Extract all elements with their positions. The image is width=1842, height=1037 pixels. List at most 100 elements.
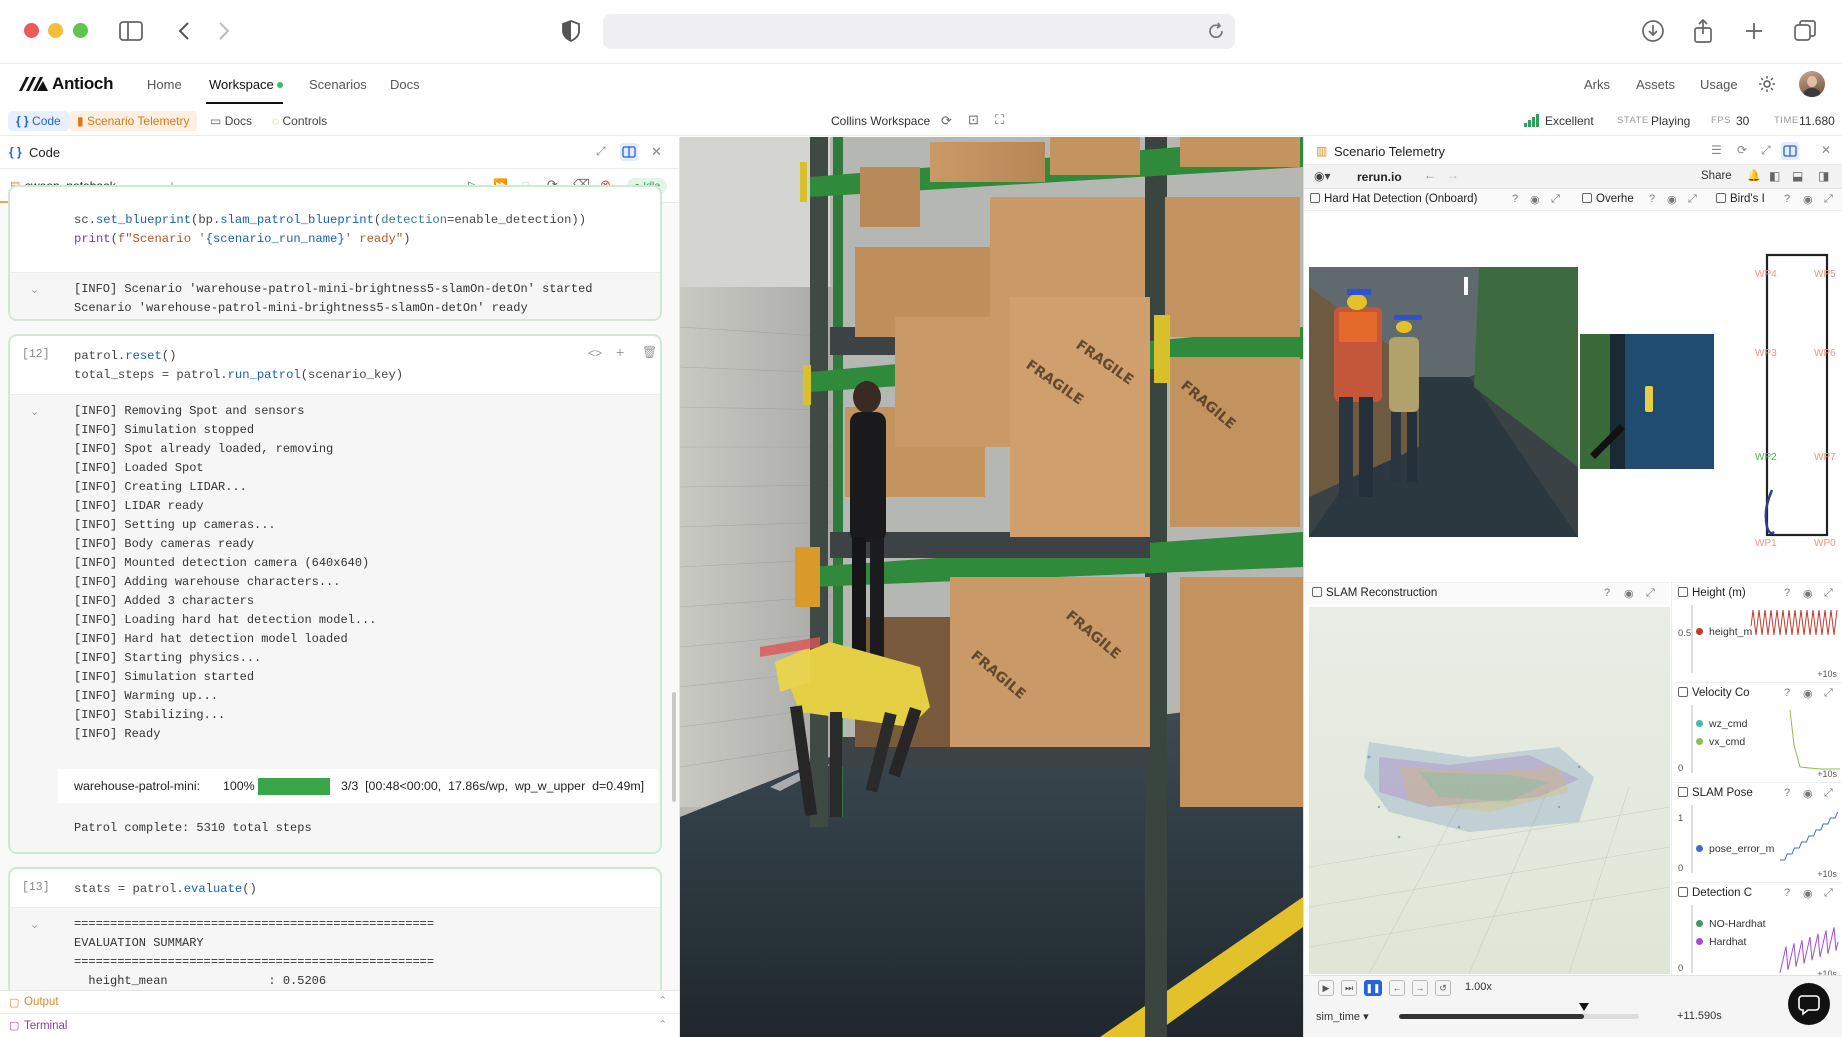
help-icon[interactable]: ? (1784, 193, 1790, 205)
share-button[interactable]: Share (1701, 170, 1732, 182)
maximize-icon[interactable]: ⤢ (1688, 193, 1697, 206)
legend-entry[interactable]: wz_cmd (1696, 718, 1748, 730)
right-panel-icon[interactable]: ◨ (1818, 169, 1829, 183)
notebook-cell-12[interactable]: [12] patrol.reset() total_steps = patrol… (8, 334, 662, 854)
zoom-window-button[interactable] (73, 23, 88, 38)
minimize-window-button[interactable] (48, 23, 63, 38)
expand-icon[interactable]: ⤢ (596, 144, 606, 159)
collapse-output-icon[interactable]: ⌄ (30, 918, 39, 931)
eye-icon[interactable]: ◉ (1803, 587, 1813, 600)
time-series-plot[interactable]: Velocity Co? ◉ ⤢ 0 wz_cmd vx_cmd +10s (1671, 682, 1842, 782)
close-icon[interactable]: ✕ (1821, 143, 1831, 157)
notebook-cell[interactable]: sc.set_blueprint(bp.slam_patrol_blueprin… (8, 185, 662, 321)
sidebar-toggle-icon[interactable] (118, 18, 144, 44)
time-series-plot[interactable]: Detection C? ◉ ⤢ 0 NO-Hardhat Hardhat +10s (1671, 882, 1842, 982)
chevron-up-icon[interactable]: ⌃ (658, 1018, 667, 1031)
code-toggle-icon[interactable]: <> (588, 346, 602, 360)
time-series-plot[interactable]: Height (m)? ◉ ⤢ 0.5 height_m +10s (1671, 582, 1842, 682)
collapse-output-icon[interactable]: ⌄ (30, 405, 39, 418)
eye-icon[interactable]: ◉ (1803, 787, 1813, 800)
cell-code[interactable]: stats = patrol.evaluate() (74, 880, 257, 899)
tab-docs[interactable]: ▭ Docs (210, 111, 252, 131)
slam-3d-view[interactable] (1309, 607, 1670, 974)
close-icon[interactable]: ✕ (651, 144, 662, 160)
help-icon[interactable]: ? (1784, 887, 1790, 899)
brand-logo[interactable]: Antioch (19, 74, 113, 94)
rerun-logo-icon[interactable]: ◉▾ (1314, 169, 1331, 183)
new-tab-icon[interactable] (1741, 18, 1767, 44)
split-view-icon[interactable] (620, 143, 638, 161)
close-window-button[interactable] (24, 23, 39, 38)
terminal-panel-bar[interactable]: ▢ Terminal ⌃ (0, 1014, 679, 1037)
split-view-icon[interactable] (1781, 142, 1799, 160)
nav-workspace[interactable]: Workspace (209, 77, 284, 92)
notification-icon[interactable]: 🔔 (1747, 169, 1761, 182)
maximize-icon[interactable]: ⤢ (1824, 193, 1833, 206)
refresh-icon[interactable]: ⟳ (1737, 143, 1747, 157)
hardhat-view-title[interactable]: Hard Hat Detection (Onboard) (1310, 193, 1532, 215)
help-icon[interactable]: ? (1512, 193, 1518, 205)
forward-icon[interactable] (211, 18, 237, 44)
eye-icon[interactable]: ◉ (1803, 887, 1813, 900)
legend-entry[interactable]: NO-Hardhat (1696, 918, 1766, 930)
overhead-view-title[interactable]: Overhe (1582, 193, 1652, 215)
cell-code[interactable]: patrol.reset() total_steps = patrol.run_… (74, 347, 403, 385)
legend-entry[interactable]: pose_error_m (1696, 843, 1775, 855)
eye-icon[interactable]: ◉ (1803, 193, 1813, 206)
eye-icon[interactable]: ◉ (1803, 687, 1813, 700)
screenshot-icon[interactable]: ⊡ (968, 112, 979, 128)
timeline-playhead[interactable] (1578, 1003, 1589, 1011)
help-icon[interactable]: ? (1649, 193, 1655, 205)
step-forward-icon[interactable]: ⏭ (1341, 980, 1357, 996)
help-icon[interactable]: ? (1784, 787, 1790, 799)
privacy-shield-icon[interactable] (558, 18, 584, 44)
address-bar[interactable] (603, 14, 1235, 49)
pause-icon[interactable]: ❚❚ (1364, 980, 1382, 996)
bottom-panel-icon[interactable]: ⬓ (1792, 169, 1803, 183)
nav-docs[interactable]: Docs (390, 77, 420, 92)
share-icon[interactable] (1690, 18, 1716, 44)
scrollbar-thumb[interactable] (672, 692, 676, 802)
maximize-icon[interactable]: ⤢ (1646, 587, 1655, 600)
play-icon[interactable]: ▶ (1318, 980, 1334, 996)
back-icon[interactable] (171, 18, 197, 44)
legend-entry[interactable]: Hardhat (1696, 936, 1747, 948)
cell-code[interactable]: sc.set_blueprint(bp.slam_patrol_blueprin… (74, 211, 586, 249)
eye-icon[interactable]: ◉ (1667, 193, 1677, 206)
slam-view-title[interactable]: SLAM Reconstruction (1312, 587, 1512, 609)
time-series-plot[interactable]: SLAM Pose? ◉ ⤢ 1 0 pose_error_m +10s (1671, 782, 1842, 882)
back-icon[interactable]: ← (1424, 168, 1436, 182)
nav-scenarios[interactable]: Scenarios (309, 77, 367, 92)
expand-icon[interactable]: ⤢ (1761, 143, 1771, 158)
left-panel-icon[interactable]: ◧ (1769, 169, 1780, 183)
tab-scenario-telemetry[interactable]: ▮ Scenario Telemetry (69, 111, 198, 131)
maximize-icon[interactable]: ⤢ (1824, 587, 1833, 600)
legend-entry[interactable]: vx_cmd (1696, 736, 1746, 748)
timeline-track[interactable] (1399, 1003, 1639, 1019)
help-icon[interactable]: ? (1784, 587, 1790, 599)
overhead-camera-feed[interactable] (1580, 334, 1714, 469)
help-icon[interactable]: ? (1784, 687, 1790, 699)
maximize-icon[interactable]: ⤢ (1824, 887, 1833, 900)
user-avatar[interactable] (1799, 71, 1825, 97)
simulation-viewport[interactable]: FRAGILE FRAGILE FRAGILE FRAGILE FRAGILE (680, 137, 1303, 1037)
forward-icon[interactable]: → (1447, 168, 1459, 182)
output-panel-bar[interactable]: ▢ Output ⌃ (0, 991, 679, 1014)
eye-icon[interactable]: ◉ (1624, 587, 1634, 600)
list-icon[interactable]: ☰ (1711, 143, 1722, 157)
help-icon[interactable]: ? (1604, 587, 1610, 599)
loop-icon[interactable]: ↺ (1435, 980, 1451, 996)
fullscreen-icon[interactable]: ⛶ (995, 112, 1004, 128)
chat-button[interactable] (1788, 983, 1830, 1025)
add-cell-icon[interactable]: + (616, 344, 624, 360)
hardhat-camera-feed[interactable] (1309, 267, 1578, 537)
theme-toggle-icon[interactable] (1759, 76, 1775, 95)
legend-entry[interactable]: height_m (1696, 626, 1753, 638)
nav-home[interactable]: Home (147, 77, 182, 92)
collapse-output-icon[interactable]: ⌄ (30, 283, 39, 296)
tab-code[interactable]: { } Code (8, 111, 69, 131)
maximize-icon[interactable]: ⤢ (1551, 193, 1560, 206)
maximize-icon[interactable]: ⤢ (1824, 787, 1833, 800)
delete-cell-icon[interactable]: 🗑 (642, 345, 657, 359)
nav-assets[interactable]: Assets (1636, 77, 1675, 92)
